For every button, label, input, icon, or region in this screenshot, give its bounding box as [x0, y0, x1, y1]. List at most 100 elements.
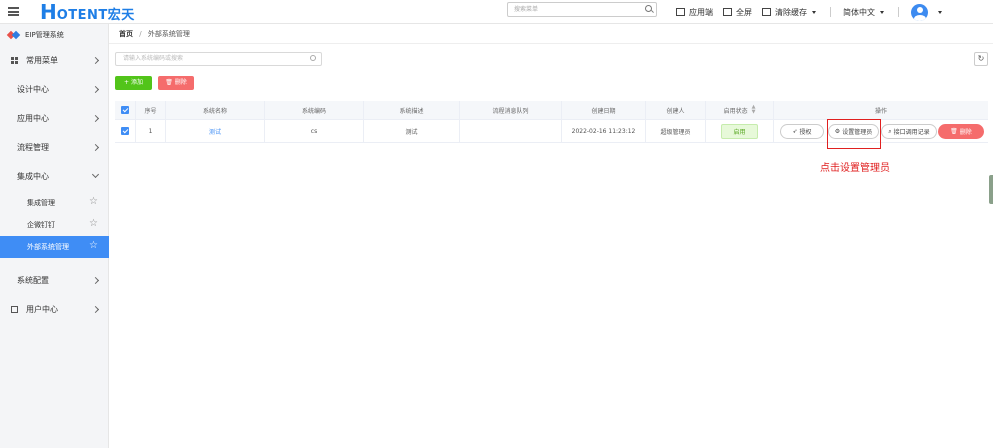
sidebar: EIP管理系统 常用菜单 设计中心 应用中心 流程管理 集成中心 集成管理 ☆ … [0, 24, 109, 448]
sidebar-item-label: 常用菜单 [26, 56, 58, 65]
logo-initial: H [40, 0, 57, 24]
search-icon[interactable] [645, 5, 652, 12]
sidebar-item-design[interactable]: 设计中心 [0, 75, 109, 104]
delete-button[interactable]: 🗑 删除 [158, 76, 194, 90]
avatar[interactable] [911, 3, 928, 21]
sort-icon[interactable]: ▲ ▼ [752, 105, 756, 115]
sidebar-item-process[interactable]: 流程管理 [0, 133, 109, 162]
divider [898, 7, 899, 17]
select-all-cell [115, 101, 136, 119]
api-log-label: 接口调用记录 [893, 129, 930, 136]
sidebar-item-label: 应用中心 [17, 114, 49, 123]
divider [109, 43, 993, 44]
system-search-placeholder: 请输入系统编码或搜索 [123, 55, 184, 62]
system-search-input[interactable]: 请输入系统编码或搜索 [115, 52, 322, 66]
cell-code: cs [265, 120, 364, 142]
menu-toggle-icon[interactable] [0, 0, 26, 24]
sidebar-item-system-config[interactable]: 系统配置 [0, 266, 109, 295]
column-header: 系统名称 [166, 101, 265, 119]
cell-index: 1 [136, 120, 166, 142]
column-header: 序号 [136, 101, 166, 119]
refresh-button[interactable]: ↻ [974, 52, 988, 66]
cell-queue [460, 120, 562, 142]
sidebar-subitem-label: 集成管理 [27, 199, 55, 207]
system-name-link[interactable]: 测试 [209, 127, 221, 136]
sidebar-brand-label: EIP管理系统 [25, 31, 64, 39]
star-icon[interactable]: ☆ [89, 218, 98, 230]
sidebar-item-label: 系统配置 [17, 276, 49, 285]
annotation-highlight-box [827, 119, 881, 149]
app-end-label: 应用端 [689, 7, 713, 17]
clear-cache-button[interactable]: 清除缓存 [762, 7, 816, 18]
fullscreen-button[interactable]: 全屏 [723, 7, 752, 18]
sidebar-subitem-integration-manage[interactable]: 集成管理 ☆ [0, 192, 109, 214]
sidebar-item-label: 流程管理 [17, 143, 49, 152]
row-delete-label: 删除 [959, 129, 972, 136]
breadcrumb-current: 外部系统管理 [147, 30, 190, 38]
cell-name: 测试 [166, 120, 265, 142]
star-icon[interactable]: ☆ [89, 240, 98, 252]
sidebar-item-label: 用户中心 [26, 305, 58, 314]
sidebar-item-label: 集成中心 [17, 172, 49, 181]
add-button[interactable]: + 添加 [115, 76, 152, 90]
logo-text: OTENT宏天 [56, 7, 135, 23]
side-scroll-handle[interactable] [989, 175, 993, 204]
language-label: 简体中文 [843, 7, 875, 17]
top-bar: H OTENT宏天 搜索菜单 应用端 全屏 清除缓存 简体中文 [0, 0, 993, 24]
sidebar-subitem-wecom-dingtalk[interactable]: 企微钉钉 ☆ [0, 214, 109, 236]
column-header: 系统编码 [265, 101, 364, 119]
breadcrumb-separator: / [139, 30, 142, 38]
cell-creator: 超级管理员 [646, 120, 706, 142]
cell-created: 2022-02-16 11:23:12 [562, 120, 646, 142]
authorize-button[interactable]: ➶ 授权 [780, 124, 824, 139]
chevron-right-icon [91, 276, 100, 285]
language-select[interactable]: 简体中文 [843, 7, 884, 18]
status-badge: 启用 [721, 123, 758, 139]
sidebar-brand: EIP管理系统 [0, 24, 108, 46]
home-icon [762, 8, 771, 16]
header-actions: 应用端 全屏 清除缓存 简体中文 [676, 0, 952, 24]
row-checkbox[interactable] [121, 127, 129, 135]
send-icon: ➶ [792, 128, 798, 135]
row-delete-button[interactable]: 🗑 删除 [938, 124, 984, 139]
column-header: 流程消息队列 [460, 101, 562, 119]
user-menu[interactable] [911, 3, 942, 21]
chevron-down-icon [812, 10, 816, 14]
app-end-button[interactable]: 应用端 [676, 7, 713, 18]
logo: H OTENT宏天 [40, 0, 135, 24]
search-icon[interactable] [310, 55, 316, 61]
search-icon: ⌕ [888, 127, 892, 135]
sidebar-subitem-label: 企微钉钉 [27, 221, 55, 229]
menu-search-input[interactable]: 搜索菜单 [507, 2, 657, 17]
column-header-label: 启用状态 [723, 107, 748, 115]
trash-icon: 🗑 [950, 128, 958, 135]
chevron-right-icon [91, 85, 100, 94]
column-header: 创建日期 [562, 101, 646, 119]
clear-cache-label: 清除缓存 [775, 7, 807, 17]
sidebar-item-apps[interactable]: 应用中心 [0, 104, 109, 133]
sidebar-subitem-external-system[interactable]: 外部系统管理 ☆ [0, 236, 109, 258]
chevron-down-icon [91, 170, 100, 179]
star-icon[interactable]: ☆ [89, 196, 98, 208]
menu-search-placeholder: 搜索菜单 [514, 6, 539, 13]
sidebar-item-label: 设计中心 [17, 85, 49, 94]
fullscreen-icon [723, 8, 732, 16]
sidebar-item-integration[interactable]: 集成中心 [0, 162, 109, 191]
cell-status: 启用 [706, 120, 774, 142]
divider [830, 7, 831, 17]
column-header-status[interactable]: 启用状态 ▲ ▼ [706, 101, 774, 119]
cell-operations: ➶ 授权 ⚙ 设置管理员 ⌕ 接口调用记录 🗑 删除 [774, 120, 988, 142]
fullscreen-label: 全屏 [736, 7, 752, 17]
sidebar-subitem-label: 外部系统管理 [27, 243, 69, 251]
sidebar-item-common[interactable]: 常用菜单 [0, 46, 109, 75]
chevron-right-icon [91, 143, 100, 152]
api-log-button[interactable]: ⌕ 接口调用记录 [881, 124, 937, 139]
breadcrumb: 首页 / 外部系统管理 [119, 29, 190, 39]
sidebar-item-user-center[interactable]: 用户中心 [0, 295, 109, 324]
select-all-checkbox[interactable] [121, 106, 129, 114]
table-header-row: 序号 系统名称 系统编码 系统描述 流程消息队列 创建日期 创建人 启用状态 ▲… [115, 101, 988, 120]
refresh-icon: ↻ [977, 54, 985, 63]
column-header: 操作 [874, 107, 887, 115]
grid-icon [11, 57, 18, 64]
breadcrumb-home[interactable]: 首页 [119, 30, 133, 38]
